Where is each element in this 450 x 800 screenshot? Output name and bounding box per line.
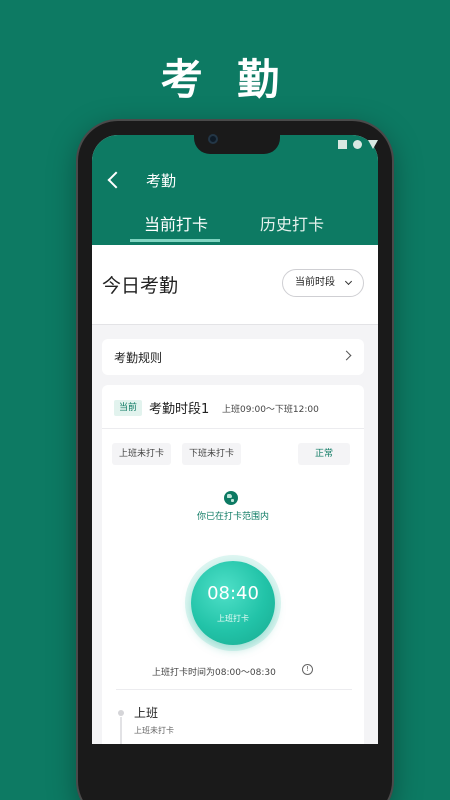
active-tab-indicator (130, 239, 220, 242)
attendance-rules-label: 考勤规则 (114, 351, 163, 365)
back-icon (107, 171, 125, 189)
divider (116, 689, 352, 690)
tab-current-punch[interactable]: 当前打卡 (144, 211, 208, 235)
normal-status-chip: 正常 (298, 443, 350, 465)
attendance-rules-row[interactable]: 考勤规则 (102, 339, 364, 375)
clock-in-status-chip: 上班未打卡 (112, 443, 172, 465)
back-button[interactable] (104, 169, 125, 193)
record-title: 上班 (134, 706, 159, 720)
clock-out-status-chip: 下班未打卡 (182, 443, 242, 465)
period-name: 考勤时段1 (149, 402, 210, 417)
tab-history-punch[interactable]: 历史打卡 (260, 211, 324, 235)
square-icon (338, 140, 347, 149)
today-title: 今日考勤 (102, 275, 179, 297)
phone-chin (92, 744, 378, 800)
today-section: 今日考勤 当前时段 (92, 245, 378, 325)
period-time: 上班09:00～下班12:00 (222, 405, 319, 415)
punch-time: 08:40 (207, 583, 259, 604)
info-icon[interactable]: ! (302, 664, 313, 675)
chevron-right-icon (341, 350, 352, 361)
promo-title: 考 勤 (160, 55, 290, 104)
location-status-text: 你已在打卡范围内 (196, 512, 269, 522)
triangle-icon (368, 140, 378, 149)
app-screen: 考勤 当前打卡 历史打卡 今日考勤 当前时段 考勤规则 当前 考勤时段1 上班0… (92, 135, 378, 800)
period-dropdown-label: 当前时段 (295, 277, 335, 288)
period-dropdown[interactable]: 当前时段 (282, 269, 364, 297)
camera-icon (208, 134, 218, 144)
timeline-dot (118, 710, 124, 716)
punch-in-button[interactable]: 08:40 上班打卡 (191, 561, 275, 645)
status-bar-icons (338, 140, 378, 149)
timeline-line (120, 717, 122, 747)
record-subtitle: 上班未打卡 (134, 726, 174, 735)
header-title: 考勤 (146, 172, 177, 190)
globe-icon (224, 491, 238, 505)
phone-notch (194, 132, 280, 154)
circle-icon (353, 140, 362, 149)
punch-label: 上班打卡 (217, 614, 249, 623)
period-header: 当前 考勤时段1 上班09:00～下班12:00 (102, 385, 364, 429)
chevron-down-icon (344, 277, 353, 286)
attendance-card: 当前 考勤时段1 上班09:00～下班12:00 上班未打卡 下班未打卡 正常 … (102, 385, 364, 765)
current-badge: 当前 (114, 400, 143, 416)
punch-window-text: 上班打卡时间为08:00～08:30 (152, 668, 276, 678)
